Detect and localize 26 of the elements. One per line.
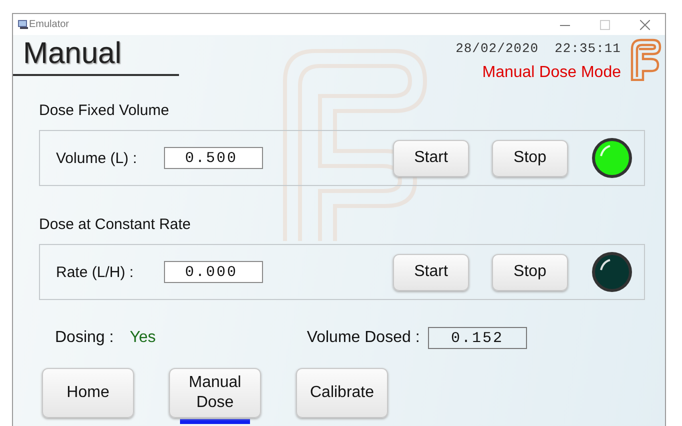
field-label: Rate (L/H) :	[56, 264, 135, 280]
selection-indicator	[180, 419, 250, 424]
stop-button[interactable]: Stop	[492, 140, 568, 176]
time-text: 22:35:11	[554, 41, 621, 56]
window-title: Emulator	[29, 19, 70, 30]
app-icon	[17, 19, 29, 30]
nav-button[interactable]: Manual Dose	[169, 368, 261, 418]
start-button[interactable]: Start	[393, 254, 469, 290]
logo-icon	[629, 37, 663, 81]
group-title: Dose Fixed Volume	[39, 102, 170, 121]
input-field[interactable]: 0.000	[164, 261, 263, 283]
page-title: Manual	[22, 36, 122, 72]
stop-button[interactable]: Stop	[492, 254, 568, 290]
input-field[interactable]: 0.500	[164, 147, 263, 169]
field-label: Volume (L) :	[56, 150, 138, 166]
nav-button[interactable]: Calibrate	[296, 368, 388, 418]
date-text: 28/02/2020	[456, 41, 539, 56]
group-title: Dose at Constant Rate	[39, 216, 191, 235]
close-icon[interactable]	[640, 20, 650, 30]
volume-dosed-display: 0.152	[428, 327, 527, 349]
dosing-status: Yes	[130, 329, 156, 347]
nav-button[interactable]: Home	[42, 368, 134, 418]
dosing-label: Dosing :	[55, 329, 114, 347]
start-button[interactable]: Start	[393, 140, 469, 176]
mode-text: Manual Dose Mode	[482, 64, 621, 82]
volume-dosed-label: Volume Dosed :	[306, 329, 420, 347]
